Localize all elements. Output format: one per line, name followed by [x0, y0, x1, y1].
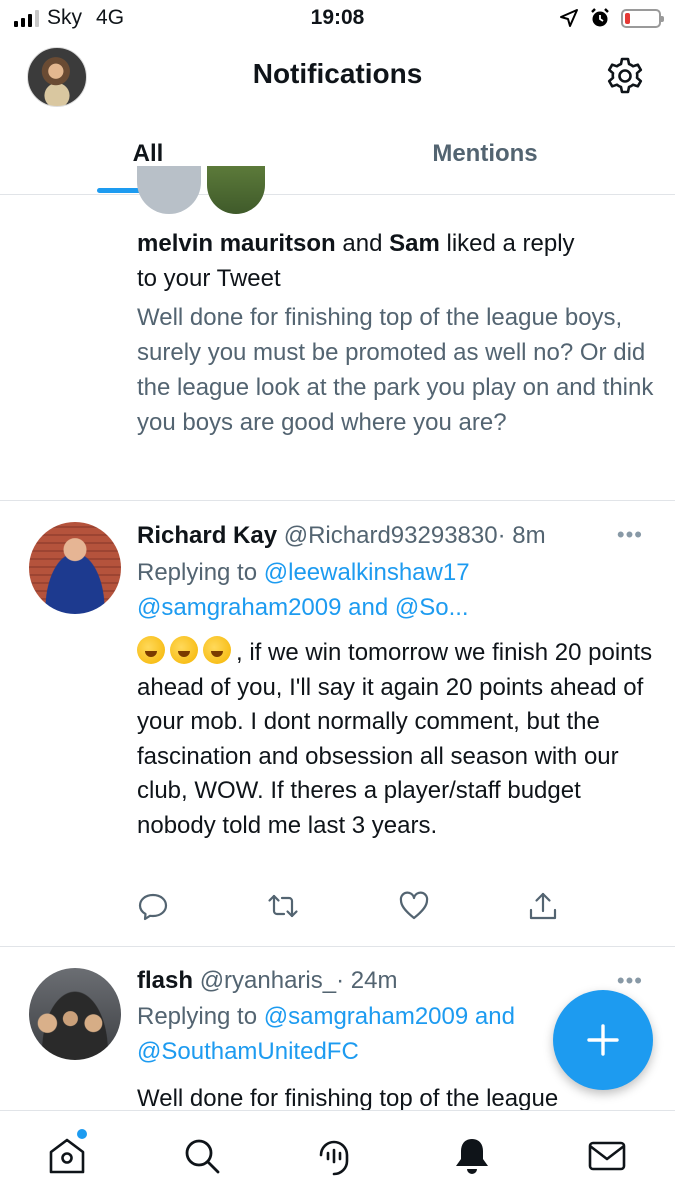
bottom-nav: [0, 1110, 675, 1200]
gear-icon[interactable]: [605, 56, 645, 96]
reply-mention-link[interactable]: @leewalkinshaw17: [264, 559, 470, 586]
liker-name-2: Sam: [389, 230, 440, 257]
replying-prefix: Replying to: [137, 1003, 258, 1030]
compose-tweet-button[interactable]: [553, 990, 653, 1090]
retweet-icon[interactable]: [267, 890, 299, 922]
liker-avatar-1[interactable]: [137, 166, 201, 214]
reply-mention-link[interactable]: @samgraham2009 and @So...: [137, 594, 469, 621]
like-icon[interactable]: [398, 890, 430, 922]
page-title: Notifications: [252, 58, 423, 89]
rofl-emoji-icon: [170, 636, 198, 664]
search-icon[interactable]: [181, 1135, 223, 1177]
status-bar: Sky 4G 19:08: [0, 0, 675, 36]
like-notification-text[interactable]: melvin mauritson and Sam liked a reply t…: [137, 226, 657, 296]
divider: [0, 946, 675, 947]
tweet-body: , if we win tomorrow we finish 20 points…: [137, 639, 653, 839]
reply-icon[interactable]: [137, 890, 169, 922]
rofl-emoji-icon: [203, 636, 231, 664]
home-icon[interactable]: [46, 1135, 88, 1177]
header: Notifications: [0, 40, 675, 114]
liker-name-1: melvin mauritson: [137, 230, 336, 257]
author-handle[interactable]: @ryanharis_: [200, 967, 336, 994]
tweet-time: · 8m: [497, 522, 546, 549]
tweet-header: flash @ryanharis_· 24m: [137, 964, 397, 998]
share-icon[interactable]: [527, 890, 559, 922]
like-action-2: to your Tweet: [137, 265, 281, 292]
more-options-icon[interactable]: •••: [617, 522, 643, 548]
avatar[interactable]: [29, 522, 121, 614]
avatar[interactable]: [29, 968, 121, 1060]
replying-to: Replying to @leewalkinshaw17 @samgraham2…: [137, 555, 657, 625]
tab-mentions[interactable]: Mentions: [337, 140, 633, 168]
home-new-indicator: [77, 1129, 87, 1139]
tweet-header: Richard Kay @Richard93293830· 8m: [137, 519, 546, 553]
author-name[interactable]: flash: [137, 967, 193, 994]
liker-avatar-2[interactable]: [207, 166, 265, 214]
more-options-icon[interactable]: •••: [617, 968, 643, 994]
spaces-icon[interactable]: [313, 1135, 355, 1177]
divider: [0, 500, 675, 501]
rofl-emoji-icon: [137, 636, 165, 664]
tweet-time: · 24m: [336, 967, 398, 994]
location-arrow-icon: [560, 9, 578, 27]
compose-plus-icon: [587, 1024, 619, 1056]
replying-prefix: Replying to: [137, 559, 258, 586]
author-name[interactable]: Richard Kay: [137, 522, 277, 549]
alarm-icon: [591, 8, 609, 27]
tweet-actions: [137, 890, 567, 926]
messages-icon[interactable]: [586, 1135, 628, 1177]
tab-bar: All Mentions: [0, 116, 675, 195]
notifications-bell-icon[interactable]: [451, 1135, 493, 1177]
tweet-text[interactable]: , if we win tomorrow we finish 20 points…: [137, 636, 657, 843]
like-connector: and: [342, 230, 383, 257]
reply-mention-link[interactable]: @samgraham2009 and: [264, 1003, 515, 1030]
tab-all[interactable]: All: [0, 140, 296, 168]
battery-icon: [621, 8, 664, 28]
author-handle[interactable]: @Richard93293830: [284, 522, 498, 549]
like-action: liked a reply: [446, 230, 575, 257]
liked-reply-text[interactable]: Well done for finishing top of the leagu…: [137, 300, 657, 440]
reply-mention-link[interactable]: @SouthamUnitedFC: [137, 1038, 359, 1065]
